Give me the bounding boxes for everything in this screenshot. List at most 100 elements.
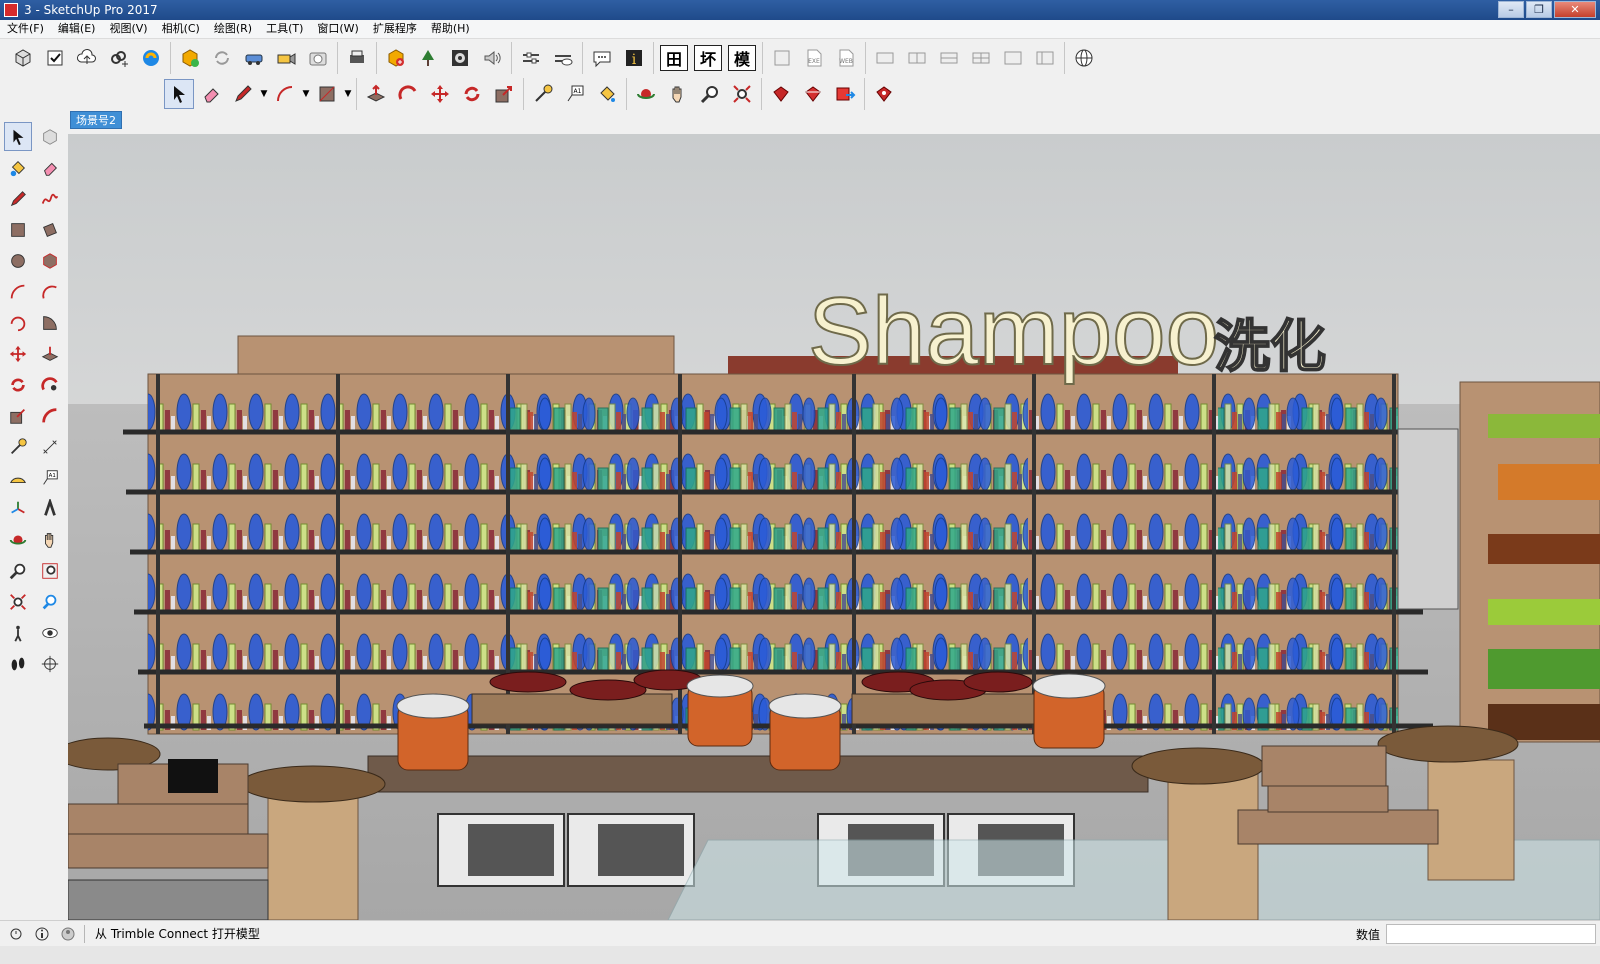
- rotated-rectangle-tool-icon[interactable]: [36, 215, 64, 244]
- view-layout-5-icon[interactable]: [998, 43, 1028, 73]
- menu-extensions[interactable]: 扩展程序: [366, 20, 424, 38]
- look-around-tool-icon[interactable]: [36, 618, 64, 647]
- cloud-upload-icon[interactable]: [72, 43, 102, 73]
- measurements-input[interactable]: [1386, 924, 1596, 944]
- photo-camera-icon[interactable]: [303, 43, 333, 73]
- ruby-gem-3-icon[interactable]: [830, 79, 860, 109]
- georeference-icon[interactable]: [6, 924, 26, 944]
- link-add-icon[interactable]: [104, 43, 134, 73]
- pencil-dropdown-icon[interactable]: ▼: [259, 79, 269, 109]
- rectangle-tool-icon[interactable]: [4, 215, 32, 244]
- previous-view-tool-icon[interactable]: [36, 587, 64, 616]
- trimble-connect-icon[interactable]: [136, 43, 166, 73]
- three-point-arc-tool-icon[interactable]: [4, 308, 32, 337]
- select-arrow-icon[interactable]: [164, 79, 194, 109]
- line-tool-icon[interactable]: [4, 184, 32, 213]
- protractor-tool-icon[interactable]: [4, 463, 32, 492]
- view-layout-6-icon[interactable]: [1030, 43, 1060, 73]
- camera-export-icon[interactable]: [271, 43, 301, 73]
- ruby-gem-1-icon[interactable]: [766, 79, 796, 109]
- printer-icon[interactable]: [342, 43, 372, 73]
- text-tool-huai[interactable]: 坏: [694, 45, 722, 71]
- zoom-extents-icon[interactable]: [727, 79, 757, 109]
- 3d-text-tool-icon[interactable]: [36, 494, 64, 523]
- dimension-tool-icon[interactable]: [36, 432, 64, 461]
- menu-tools[interactable]: 工具(T): [259, 20, 310, 38]
- section-plane-tool-icon[interactable]: [36, 649, 64, 678]
- pencil-icon[interactable]: [228, 79, 258, 109]
- refresh-icon[interactable]: [207, 43, 237, 73]
- model-info-cube-icon[interactable]: [8, 43, 38, 73]
- make-component-icon[interactable]: [36, 122, 64, 151]
- menu-help[interactable]: 帮助(H): [424, 20, 477, 38]
- arc-dropdown-icon[interactable]: ▼: [301, 79, 311, 109]
- zoom-tool-icon[interactable]: [4, 556, 32, 585]
- export-image-icon[interactable]: [767, 43, 797, 73]
- freehand-tool-icon[interactable]: [36, 184, 64, 213]
- text-tool-tian[interactable]: 田: [660, 45, 688, 71]
- move-icon[interactable]: [425, 79, 455, 109]
- export-exe-icon[interactable]: EXE: [799, 43, 829, 73]
- polygon-tool-icon[interactable]: [36, 246, 64, 275]
- zoom-window-tool-icon[interactable]: [36, 556, 64, 585]
- menu-draw[interactable]: 绘图(R): [207, 20, 259, 38]
- move-tool-icon[interactable]: [4, 339, 32, 368]
- view-layout-2-icon[interactable]: [902, 43, 932, 73]
- rotate-icon[interactable]: [457, 79, 487, 109]
- zoom-icon[interactable]: [695, 79, 725, 109]
- close-button[interactable]: ✕: [1554, 1, 1596, 18]
- layers-eye-icon[interactable]: [548, 43, 578, 73]
- orbit-icon[interactable]: [631, 79, 661, 109]
- info-icon[interactable]: i: [619, 43, 649, 73]
- export-web-icon[interactable]: WEB: [831, 43, 861, 73]
- scale-icon[interactable]: [489, 79, 519, 109]
- restore-button[interactable]: ❐: [1526, 1, 1552, 18]
- speaker-icon[interactable]: [477, 43, 507, 73]
- tape-measure-tool-icon[interactable]: [4, 432, 32, 461]
- circle-tool-icon[interactable]: [4, 246, 32, 275]
- checklist-icon[interactable]: [40, 43, 70, 73]
- eraser-icon[interactable]: [196, 79, 226, 109]
- pan-hand-icon[interactable]: [663, 79, 693, 109]
- menu-file[interactable]: 文件(F): [0, 20, 51, 38]
- orbit-tool-icon[interactable]: [4, 525, 32, 554]
- follow-me-tool-icon[interactable]: [36, 370, 64, 399]
- text-tool-icon[interactable]: A1: [36, 463, 64, 492]
- render-settings-icon[interactable]: [445, 43, 475, 73]
- select-tool-icon[interactable]: [4, 122, 32, 151]
- two-point-arc-tool-icon[interactable]: [36, 277, 64, 306]
- push-pull-tool-icon[interactable]: [36, 339, 64, 368]
- push-pull-icon[interactable]: [361, 79, 391, 109]
- view-layout-1-icon[interactable]: [870, 43, 900, 73]
- follow-me-icon[interactable]: [393, 79, 423, 109]
- menu-edit[interactable]: 编辑(E): [51, 20, 103, 38]
- tape-measure-icon[interactable]: [528, 79, 558, 109]
- zoom-extents-tool-icon[interactable]: [4, 587, 32, 616]
- offset-tool-icon[interactable]: [36, 401, 64, 430]
- pie-tool-icon[interactable]: [36, 308, 64, 337]
- minimize-button[interactable]: –: [1498, 1, 1524, 18]
- paint-bucket-icon[interactable]: [592, 79, 622, 109]
- scale-tool-icon[interactable]: [4, 401, 32, 430]
- sliders-icon[interactable]: [516, 43, 546, 73]
- text-tool-mo[interactable]: 模: [728, 45, 756, 71]
- walk-tool-icon[interactable]: [4, 649, 32, 678]
- eraser-tool-icon[interactable]: [36, 153, 64, 182]
- pan-tool-icon[interactable]: [36, 525, 64, 554]
- globe-icon[interactable]: [1069, 43, 1099, 73]
- ruby-gem-2-icon[interactable]: [798, 79, 828, 109]
- menu-view[interactable]: 视图(V): [102, 20, 154, 38]
- export-car-icon[interactable]: [239, 43, 269, 73]
- 3d-warehouse-icon[interactable]: [175, 43, 205, 73]
- ruby-console-icon[interactable]: [869, 79, 899, 109]
- model-viewport[interactable]: Shampoo 洗化: [68, 134, 1600, 920]
- speech-bubble-icon[interactable]: [587, 43, 617, 73]
- menu-window[interactable]: 窗口(W): [310, 20, 365, 38]
- rotate-tool-icon[interactable]: [4, 370, 32, 399]
- user-account-icon[interactable]: [58, 924, 78, 944]
- scene-tab[interactable]: 场景号2: [70, 111, 122, 129]
- paint-tool-icon[interactable]: [4, 153, 32, 182]
- arc-icon[interactable]: [270, 79, 300, 109]
- axes-tool-icon[interactable]: [4, 494, 32, 523]
- position-camera-tool-icon[interactable]: [4, 618, 32, 647]
